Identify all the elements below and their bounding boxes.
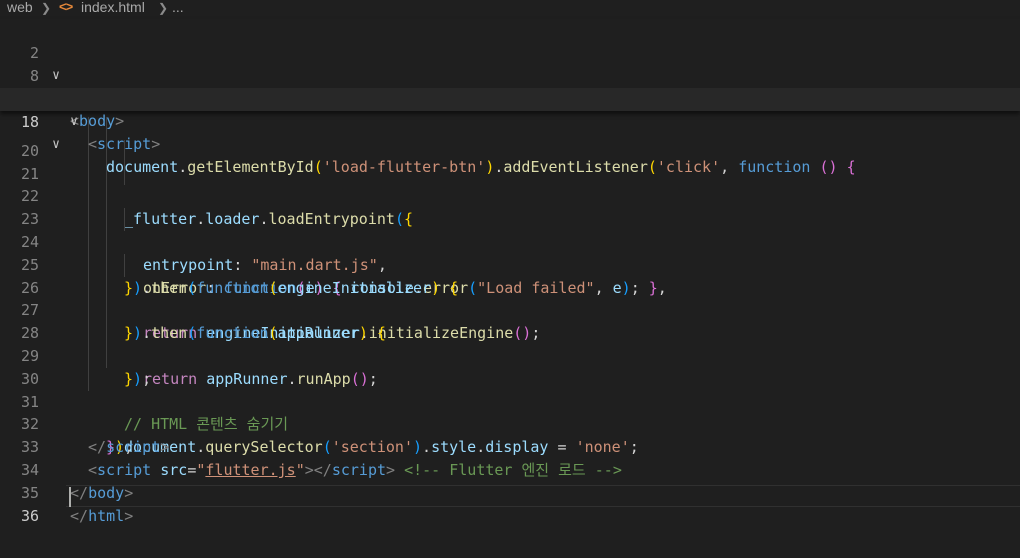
indent-guide — [106, 276, 107, 300]
chevron-down-icon[interactable]: ∨ — [67, 111, 81, 134]
code-line-31[interactable]: 31 }); — [0, 367, 1020, 456]
code-line-29[interactable]: 29 // HTML 콘텐츠 숨기기 — [0, 322, 1020, 433]
indent-guide — [88, 322, 89, 345]
indent-guide — [106, 185, 107, 209]
breadcrumb-file-index[interactable]: index.html — [81, 0, 145, 15]
indent-guide — [88, 367, 89, 391]
code-line-28[interactable]: 28 — [0, 299, 1020, 342]
indent-guide — [88, 185, 89, 209]
code-line-32[interactable]: 32 </script> — [0, 391, 1020, 456]
code-text: document.getElementById('load-flutter-bt… — [106, 158, 856, 177]
breadcrumb: web ❯ <> index.html ❯ ... — [0, 0, 1020, 16]
breadcrumb-folder-web[interactable]: web — [7, 0, 33, 15]
code-line-24[interactable]: 24 return engineInitializer.initializeEn… — [0, 208, 1020, 342]
code-line-30[interactable]: 30 document.querySelector('section').sty… — [0, 345, 1020, 456]
html-file-icon: <> — [59, 0, 73, 14]
indent-guide — [124, 208, 125, 231]
indent-guide — [88, 345, 89, 368]
indent-guide — [88, 299, 89, 323]
indent-guide — [88, 276, 89, 300]
code-line-33[interactable]: 33 <script src="flutter.js"></script> <!… — [0, 413, 1020, 479]
code-text: </html> — [70, 506, 134, 525]
code-line-34[interactable]: 34 </body> — [0, 436, 1020, 502]
indent-guide — [106, 322, 107, 345]
code-line-25[interactable]: 25 }).then(function(appRunner) { — [0, 231, 1020, 342]
chevron-down-icon[interactable]: ∨ — [49, 134, 63, 157]
text-cursor — [69, 487, 71, 507]
indent-guide — [106, 253, 107, 277]
indent-guide — [88, 162, 89, 186]
code-line-23[interactable]: 23 }).then(function(engineInitializer) { — [0, 185, 1020, 297]
code-line-26[interactable]: 26 return appRunner.runApp(); — [0, 253, 1020, 388]
current-line-highlight — [66, 485, 1020, 507]
chevron-right-icon: ❯ — [41, 1, 52, 15]
indent-guide — [124, 253, 125, 277]
indent-guide — [106, 208, 107, 231]
line-number: 18 — [20, 112, 39, 131]
indent-guide — [106, 345, 107, 368]
sticky-line-2[interactable]: 2 ∨ <html> — [0, 19, 1020, 108]
code-text: <script> — [88, 135, 161, 154]
indent-guide — [106, 231, 107, 254]
indent-guide — [88, 253, 89, 277]
line-number: 36 — [20, 507, 39, 526]
code-line-27[interactable]: 27 }); — [0, 276, 1020, 388]
indent-guide — [88, 231, 89, 254]
sticky-line-8[interactable]: 8 ∨ <body> — [0, 42, 1020, 131]
breadcrumb-more[interactable]: ... — [172, 0, 184, 15]
sticky-line-16[interactable]: 16 ∨ <script> — [0, 65, 1020, 154]
indent-guide — [106, 299, 107, 323]
indent-guide — [88, 208, 89, 231]
sticky-scroll: 2 ∨ <html> 8 ∨ <body> 16 ∨ <script> 18 ∨… — [0, 19, 1020, 176]
chevron-right-icon: ❯ — [158, 1, 169, 15]
code-line-35[interactable]: 35 </html> — [0, 459, 1020, 525]
sticky-line-18[interactable]: 18 ∨ document.getElementById('load-flutt… — [0, 88, 1020, 176]
